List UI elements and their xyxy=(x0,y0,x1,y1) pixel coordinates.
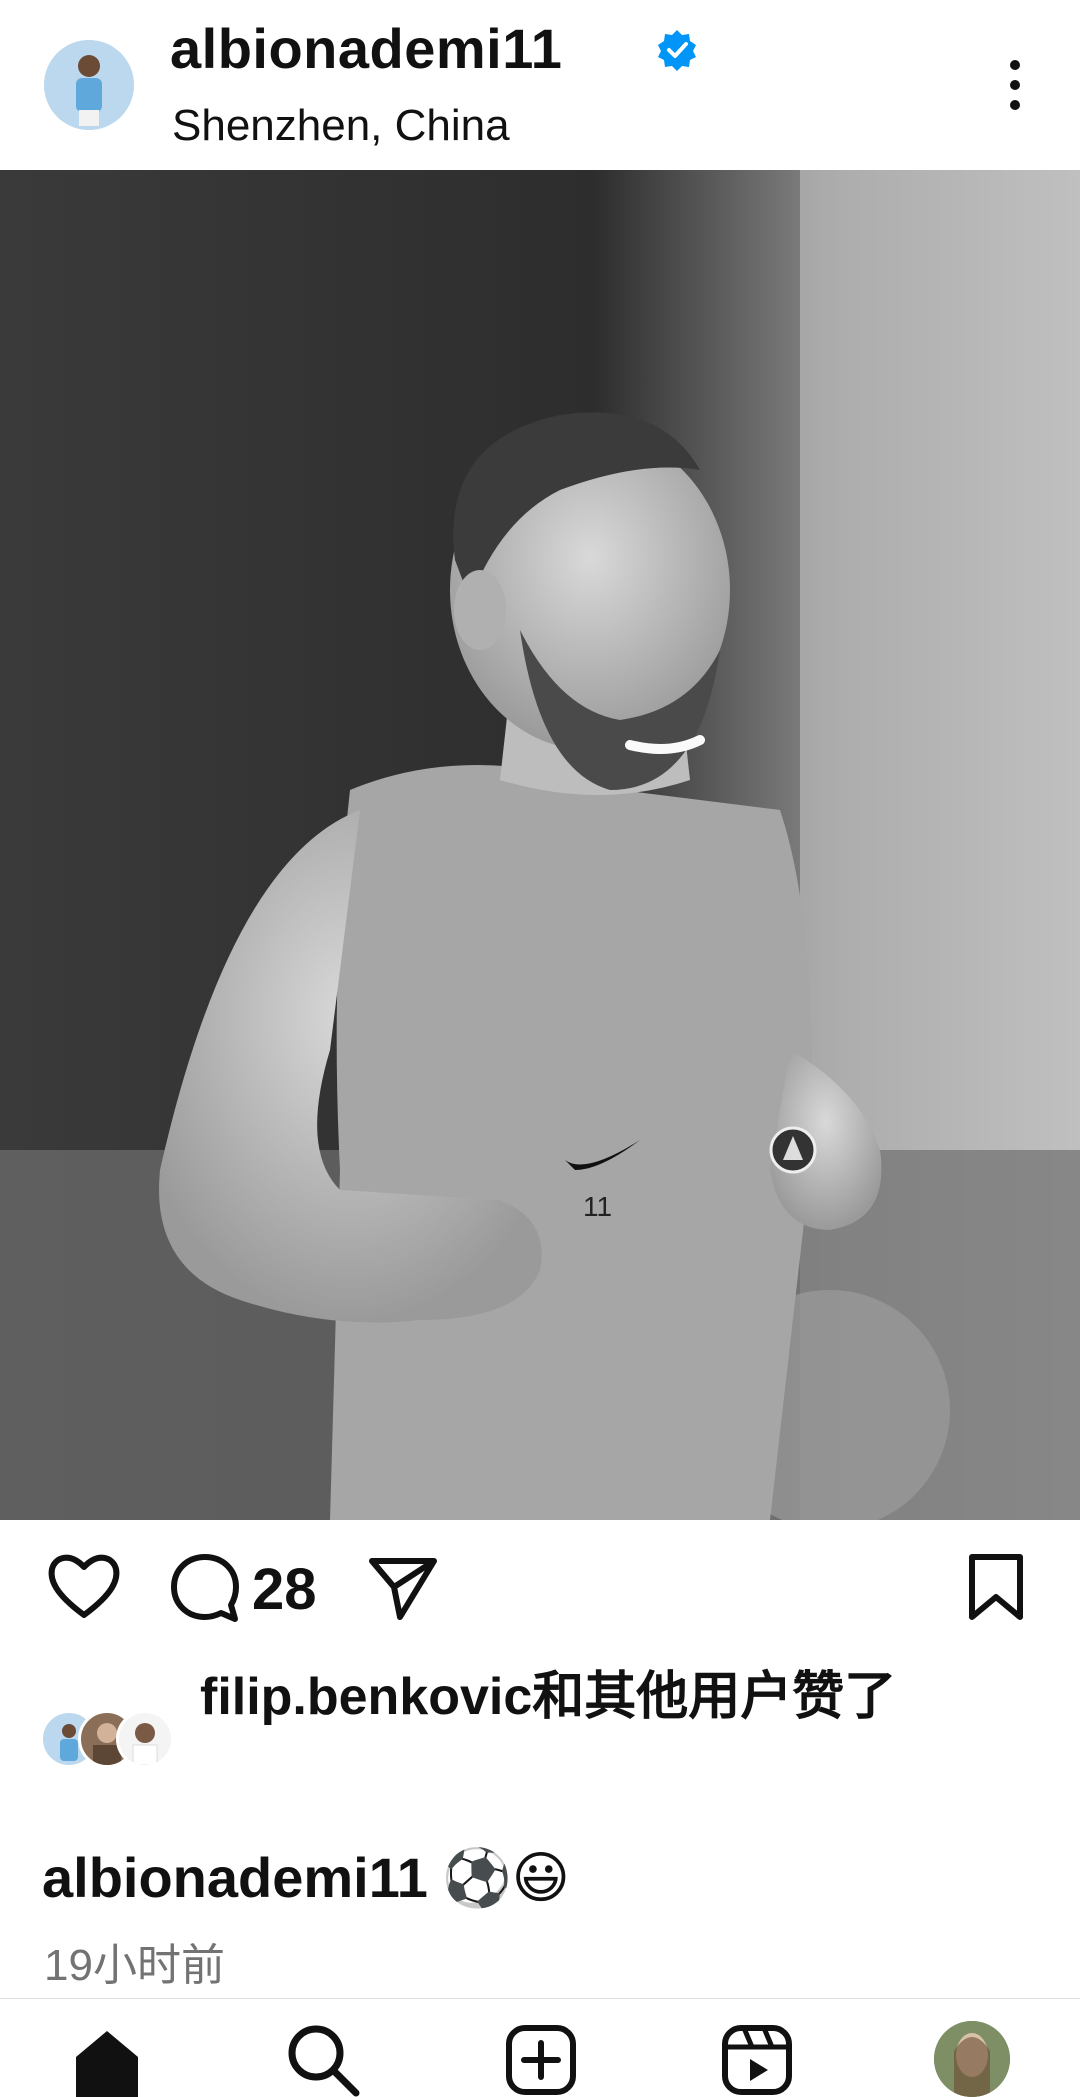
post-timestamp: 19小时前 xyxy=(44,1941,225,1990)
likes-text[interactable]: filip.benkovic和其他用户赞了 xyxy=(200,1660,1040,1734)
post-location[interactable]: Shenzhen, China xyxy=(172,96,510,156)
author-avatar[interactable] xyxy=(44,40,134,130)
more-vertical-icon[interactable] xyxy=(995,55,1035,115)
caption-text: ⚽😃 xyxy=(441,1846,571,1911)
create-icon[interactable] xyxy=(504,2023,578,2097)
post-photo[interactable]: 11 xyxy=(0,170,1080,1520)
post-caption: albionademi11 ⚽😃 xyxy=(42,1838,570,1919)
home-icon[interactable] xyxy=(70,2023,144,2097)
caption-username[interactable]: albionademi11 xyxy=(42,1846,428,1909)
reels-icon[interactable] xyxy=(720,2023,794,2097)
author-username[interactable]: albionademi11 xyxy=(170,14,562,84)
post-header: albionademi11 Shenzhen, China xyxy=(0,0,1080,171)
search-icon[interactable] xyxy=(286,2023,360,2097)
likes-summary[interactable]: filip.benkovic和其他用户赞了 xyxy=(40,1660,1040,1830)
comment-count: 28 xyxy=(252,1557,317,1622)
verified-badge-icon xyxy=(658,30,696,71)
bottom-nav xyxy=(0,1998,1080,2097)
comment-icon[interactable] xyxy=(168,1551,242,1625)
post-actions: 28 xyxy=(0,1545,1080,1635)
heart-icon[interactable] xyxy=(46,1551,122,1621)
send-icon[interactable] xyxy=(366,1553,440,1623)
svg-text:11: 11 xyxy=(583,1191,612,1222)
bookmark-icon[interactable] xyxy=(966,1551,1026,1623)
liker-avatar xyxy=(116,1710,174,1768)
profile-icon[interactable] xyxy=(934,2021,1010,2097)
